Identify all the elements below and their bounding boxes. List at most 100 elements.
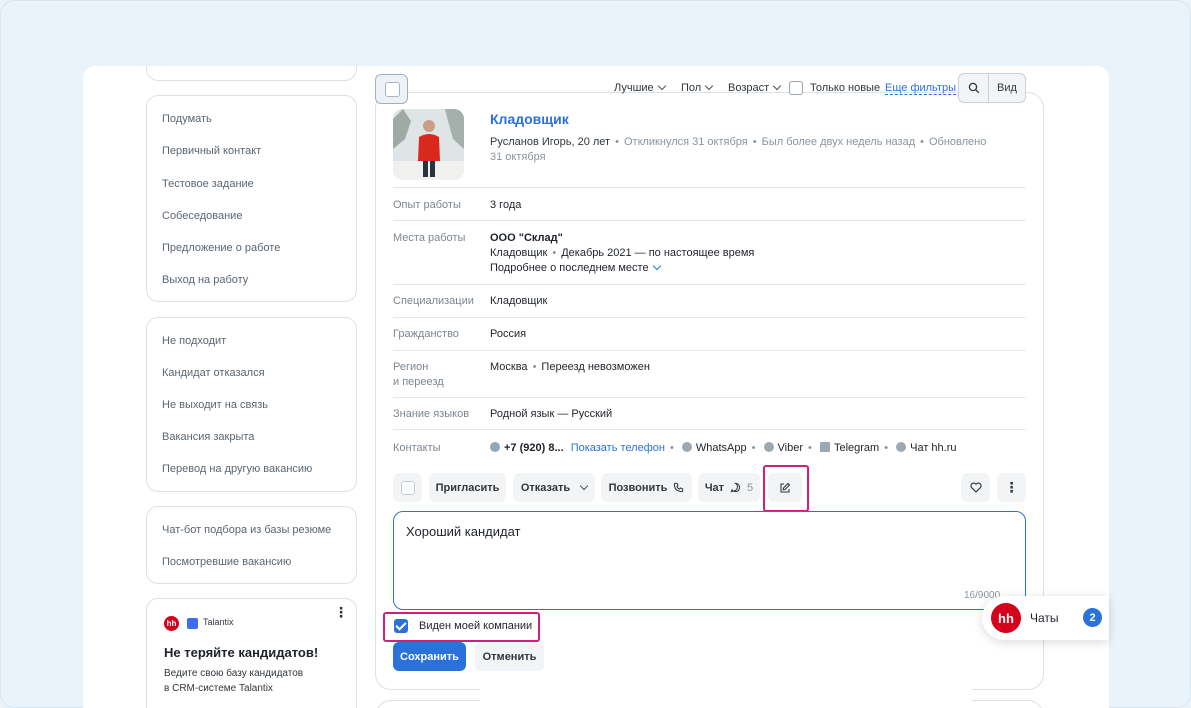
- hh-logo-icon: hh: [164, 616, 179, 631]
- region-city: Москва: [490, 361, 528, 373]
- vacancy-title-link[interactable]: Кладовщик: [490, 111, 569, 127]
- gender-dropdown[interactable]: Пол: [681, 81, 714, 94]
- position: Кладовщик: [490, 247, 548, 259]
- sidebar-item-offer[interactable]: Предложение о работе: [162, 242, 280, 254]
- verified-icon: [490, 442, 500, 452]
- divider: [393, 397, 1026, 398]
- region-label-2: и переезд: [393, 376, 444, 388]
- period: Декабрь 2021 — по настоящее время: [561, 247, 755, 259]
- languages-label: Знание языков: [393, 408, 470, 420]
- sidebar-item-candidate-declined[interactable]: Кандидат отказался: [162, 367, 265, 379]
- favorite-button[interactable]: [961, 473, 990, 502]
- experience-label: Опыт работы: [393, 199, 461, 211]
- only-new-checkbox[interactable]: [789, 81, 803, 95]
- sidebar-item-vacancy-closed[interactable]: Вакансия закрыта: [162, 431, 254, 443]
- show-phone-link[interactable]: Показать телефон: [571, 442, 665, 454]
- whatsapp-link[interactable]: WhatsApp: [696, 442, 747, 454]
- region-value: Москва • Переезд невозможен: [490, 361, 650, 373]
- sidebar-group-stages: Подумать Первичный контакт Тестовое зада…: [146, 95, 357, 302]
- call-button[interactable]: Позвонить: [601, 473, 692, 502]
- candidate-photo[interactable]: [393, 109, 464, 180]
- hh-logo-icon: hh: [991, 603, 1021, 633]
- divider: [393, 284, 1026, 285]
- save-button[interactable]: Сохранить: [393, 642, 466, 671]
- invite-button[interactable]: Пригласить: [429, 473, 506, 502]
- more-filters-link[interactable]: Еще фильтры: [885, 82, 956, 95]
- more-vertical-icon[interactable]: ⋮: [334, 604, 348, 621]
- sidebar-item-not-suitable[interactable]: Не подходит: [162, 335, 226, 347]
- search-icon: [968, 82, 979, 94]
- more-about-last-place-link[interactable]: Подробнее о последнем месте: [490, 261, 661, 274]
- sidebar-group-other: Чат-бот подбора из базы резюме Посмотрев…: [146, 506, 357, 584]
- viber-link[interactable]: Viber: [778, 442, 803, 454]
- reject-label: Отказать: [520, 481, 571, 494]
- experience-value: 3 года: [490, 199, 522, 211]
- chats-badge: 2: [1083, 608, 1102, 627]
- candidate-meta-line: Русланов Игорь, 20 лет • Откликнулся 31 ок…: [490, 136, 987, 148]
- visibility-checkbox[interactable]: [394, 619, 408, 633]
- reject-button[interactable]: Отказать: [513, 473, 595, 502]
- region-label-1: Регион: [393, 361, 429, 373]
- only-new-label: Только новые: [810, 82, 881, 94]
- age-label: Возраст: [728, 82, 770, 94]
- sort-label: Лучшие: [614, 82, 654, 94]
- chats-label: Чаты: [1030, 611, 1059, 625]
- promo-text-2: в CRM-системе Talantix: [164, 683, 273, 694]
- select-candidate-checkbox[interactable]: [393, 473, 422, 502]
- age-dropdown[interactable]: Возраст: [728, 81, 782, 94]
- cancel-button[interactable]: Отменить: [475, 642, 544, 671]
- talantix-label: Talantix: [203, 617, 234, 627]
- chat-button[interactable]: Чат 5: [698, 473, 760, 502]
- sidebar-item-interview[interactable]: Собеседование: [162, 210, 242, 222]
- specialization-value: Кладовщик: [490, 295, 548, 307]
- updated-date: 31 октября: [490, 151, 546, 163]
- comment-textarea[interactable]: Хороший кандидат: [393, 511, 1026, 610]
- workplaces-label: Места работы: [393, 232, 466, 244]
- chevron-down-icon: [579, 481, 589, 490]
- phone-icon: [674, 482, 684, 493]
- contacts-line: +7 (920) 8... Показать телефон • WhatsApp…: [490, 442, 957, 454]
- promo-text-1: Ведите свою базу кандидатов: [164, 668, 304, 679]
- sidebar-group-rejected: Не подходит Кандидат отказался Не выходи…: [146, 317, 357, 492]
- more-vertical-icon[interactable]: ⋮: [997, 473, 1026, 502]
- position-period: Кладовщик • Декабрь 2021 — по настоящее вр…: [490, 247, 755, 259]
- phone-number: +7 (920) 8...: [504, 442, 564, 454]
- chats-widget[interactable]: hh Чаты 2: [982, 596, 1109, 640]
- hh-chat-link[interactable]: Чат hh.ru: [910, 442, 956, 454]
- sidebar-item-start-work[interactable]: Выход на работу: [162, 274, 248, 286]
- search-button[interactable]: [958, 73, 989, 103]
- promo-card[interactable]: ⋮ hh Talantix Не теряйте кандидатов! Вед…: [146, 598, 357, 708]
- divider: [393, 350, 1026, 351]
- sidebar-item-no-contact[interactable]: Не выходит на связь: [162, 399, 268, 411]
- select-all-checkbox[interactable]: [375, 74, 408, 104]
- divider: [393, 429, 1026, 430]
- sort-dropdown[interactable]: Лучшие: [614, 81, 666, 94]
- company-name: ООО "Склад": [490, 232, 563, 244]
- sidebar-item-transfer[interactable]: Перевод на другую вакансию: [162, 463, 312, 475]
- sidebar-item-test-task[interactable]: Тестовое задание: [162, 178, 254, 190]
- chat-bubble-icon: [730, 482, 741, 493]
- checkbox-box: [400, 480, 415, 495]
- promo-title: Не теряйте кандидатов!: [164, 645, 319, 660]
- chat-label: Чат: [704, 481, 725, 494]
- sidebar-item-first-contact[interactable]: Первичный контакт: [162, 145, 261, 157]
- sidebar-item-viewed-vacancy[interactable]: Посмотревшие вакансию: [162, 556, 291, 568]
- languages-value: Родной язык — Русский: [490, 408, 613, 420]
- card-gap-mask: [480, 686, 972, 708]
- citizenship-label: Гражданство: [393, 328, 459, 340]
- contacts-label: Контакты: [393, 442, 441, 454]
- sidebar-item-think[interactable]: Подумать: [162, 113, 212, 125]
- candidate-name-age[interactable]: Русланов Игорь, 20 лет: [490, 136, 610, 148]
- telegram-link[interactable]: Telegram: [834, 442, 879, 454]
- chevron-down-icon: [657, 81, 666, 91]
- highlight-edit-button: [763, 465, 809, 512]
- view-button[interactable]: Вид: [988, 73, 1026, 103]
- sidebar-item-chatbot[interactable]: Чат-бот подбора из базы резюме: [162, 524, 331, 536]
- chat-bubble-icon: [896, 442, 907, 452]
- chat-count: 5: [747, 481, 754, 494]
- divider: [393, 220, 1026, 221]
- updated-label: Обновлено: [929, 136, 987, 148]
- app-window: Подумать Первичный контакт Тестовое зада…: [83, 66, 1109, 708]
- chevron-down-icon: [652, 261, 661, 271]
- specialization-label: Специализации: [393, 295, 474, 307]
